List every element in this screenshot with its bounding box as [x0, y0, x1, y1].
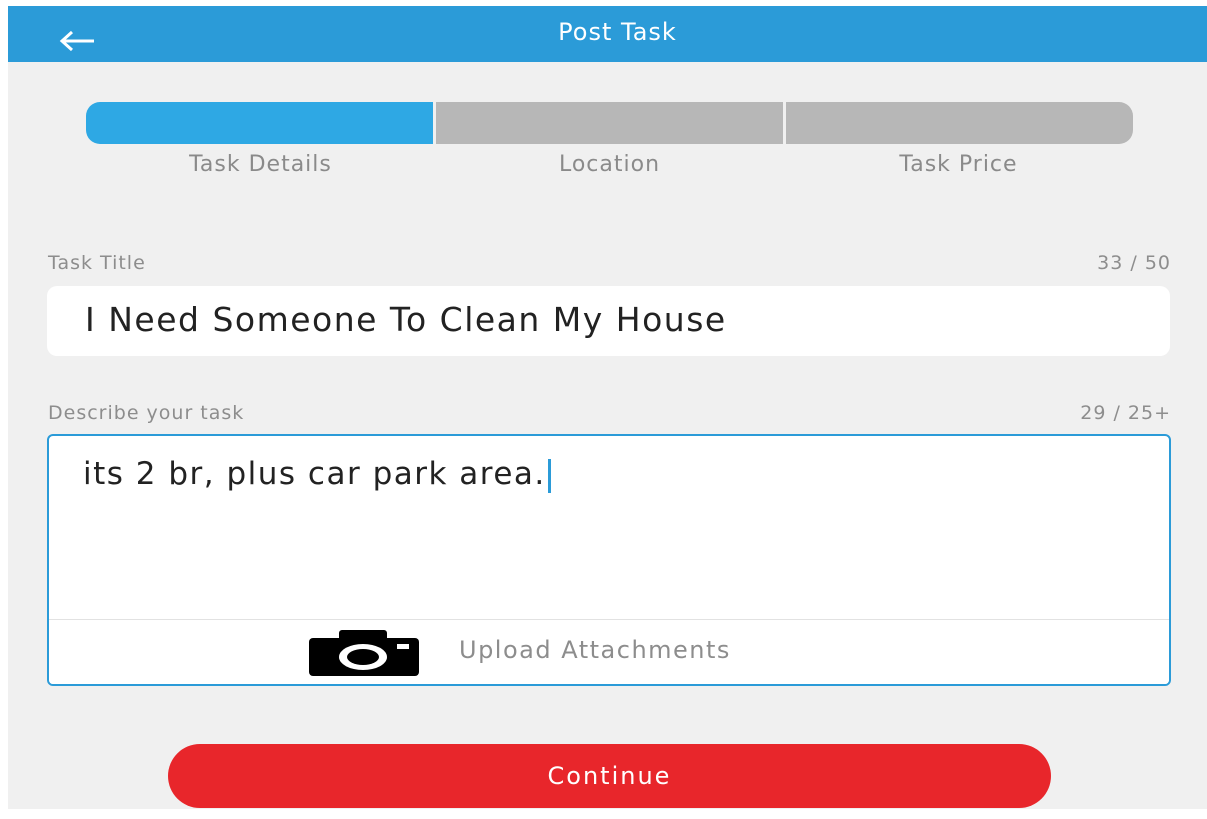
task-description-field[interactable]: its 2 br, plus car park area. Upload Att…	[47, 434, 1171, 686]
task-title-label: Task Title	[48, 252, 146, 274]
progress-segment-location	[436, 102, 783, 144]
progress-segment-task-price	[786, 102, 1133, 144]
task-title-input[interactable]: I Need Someone To Clean My House	[47, 286, 1170, 356]
step-labels: Task Details Location Task Price	[86, 152, 1133, 177]
task-description-counter: 29 / 25+	[1080, 402, 1171, 424]
step-progress-bar	[86, 102, 1133, 144]
step-label-task-price: Task Price	[899, 152, 1018, 177]
page-title: Post Task	[558, 18, 677, 46]
task-description-label: Describe your task	[48, 402, 245, 424]
upload-attachments-button[interactable]: Upload Attachments	[49, 619, 1169, 684]
task-title-counter: 33 / 50	[1097, 252, 1171, 274]
top-app-bar: Post Task	[8, 6, 1207, 62]
step-label-task-details: Task Details	[189, 152, 332, 177]
camera-icon	[309, 630, 419, 676]
continue-button[interactable]: Continue	[168, 744, 1051, 808]
upload-attachments-label: Upload Attachments	[459, 636, 731, 664]
task-description-value: its 2 br, plus car park area.	[83, 456, 546, 492]
text-caret	[547, 458, 551, 493]
progress-segment-task-details	[86, 102, 433, 144]
step-label-location: Location	[558, 152, 661, 177]
post-task-screen: Post Task Task Details Location Task Pri…	[8, 6, 1207, 809]
task-description-text[interactable]: its 2 br, plus car park area.	[83, 456, 551, 493]
